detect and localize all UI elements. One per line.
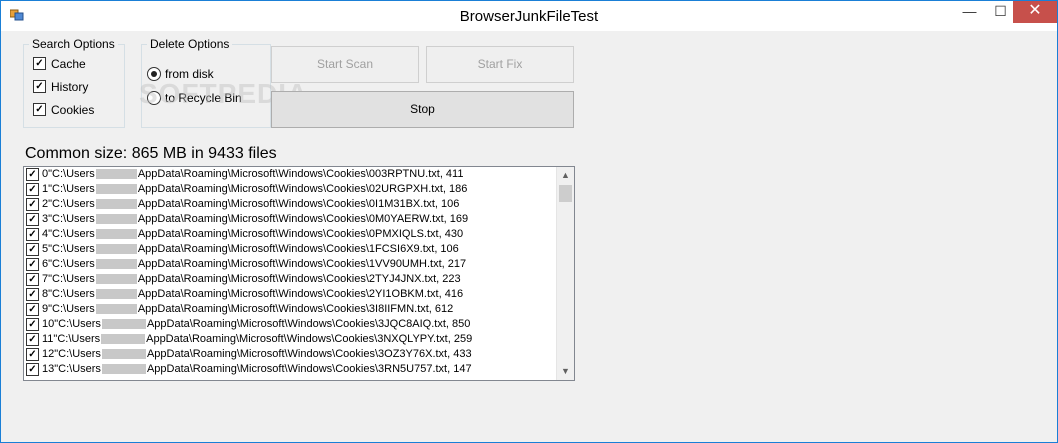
row-path-prefix: "C:\Users [54,318,101,330]
cookies-checkbox[interactable]: ✓ [33,103,46,116]
row-index: 12 [42,348,55,360]
app-window: BrowserJunkFileTest — ☐ ✕ Search Options… [0,0,1058,443]
redacted-username [95,304,137,315]
redacted-username [101,319,146,330]
redacted-username [95,184,137,195]
row-checkbox[interactable]: ✓ [26,228,39,241]
row-index: 10 [42,318,55,330]
row-path-prefix: "C:\Users [48,258,95,270]
row-path: AppData\Roaming\Microsoft\Windows\Cookie… [146,318,471,330]
row-text: 0"C:\Users AppData\Roaming\Microsoft\Wind… [42,167,463,182]
row-path: AppData\Roaming\Microsoft\Windows\Cookie… [137,183,468,195]
redacted-username [95,274,137,285]
scroll-up-icon[interactable]: ▲ [557,167,574,184]
row-path-prefix: "C:\Users [53,333,101,345]
row-checkbox[interactable]: ✓ [26,213,39,226]
row-path: AppData\Roaming\Microsoft\Windows\Cookie… [137,303,454,315]
row-text: 6"C:\Users AppData\Roaming\Microsoft\Wind… [42,257,466,272]
row-text: 13"C:\Users AppData\Roaming\Microsoft\Win… [42,362,472,377]
row-path-prefix: "C:\Users [48,243,95,255]
scroll-thumb[interactable] [559,185,572,202]
row-text: 8"C:\Users AppData\Roaming\Microsoft\Wind… [42,287,463,302]
stop-button[interactable]: Stop [271,91,574,128]
row-path: AppData\Roaming\Microsoft\Windows\Cookie… [137,168,464,180]
row-path-prefix: "C:\Users [48,168,95,180]
row-checkbox[interactable]: ✓ [26,348,39,361]
redacted-username [95,214,137,225]
row-path: AppData\Roaming\Microsoft\Windows\Cookie… [137,273,461,285]
row-path-prefix: "C:\Users [48,303,95,315]
history-label[interactable]: History [51,80,88,94]
delete-options-label: Delete Options [147,37,233,51]
row-text: 1"C:\Users AppData\Roaming\Microsoft\Wind… [42,182,467,197]
start-fix-button[interactable]: Start Fix [426,46,574,83]
row-checkbox[interactable]: ✓ [26,198,39,211]
history-checkbox[interactable]: ✓ [33,80,46,93]
row-path: AppData\Roaming\Microsoft\Windows\Cookie… [137,228,464,240]
row-path: AppData\Roaming\Microsoft\Windows\Cookie… [146,348,472,360]
row-path-prefix: "C:\Users [54,348,101,360]
row-path-prefix: "C:\Users [48,288,95,300]
row-path-prefix: "C:\Users [54,363,101,375]
redacted-username [95,229,137,240]
row-text: 2"C:\Users AppData\Roaming\Microsoft\Wind… [42,197,459,212]
cache-label[interactable]: Cache [51,57,86,71]
search-options-group: Search Options ✓ Cache ✓ History ✓ Cooki… [23,37,125,128]
row-checkbox[interactable]: ✓ [26,333,39,346]
minimize-button[interactable]: — [955,1,984,23]
search-options-label: Search Options [29,37,118,51]
row-path: AppData\Roaming\Microsoft\Windows\Cookie… [137,213,469,225]
redacted-username [101,364,146,375]
row-checkbox[interactable]: ✓ [26,288,39,301]
redacted-username [95,244,137,255]
redacted-username [95,259,137,270]
row-path: AppData\Roaming\Microsoft\Windows\Cookie… [146,333,473,345]
close-button[interactable]: ✕ [1013,1,1057,23]
row-path-prefix: "C:\Users [48,213,95,225]
row-path-prefix: "C:\Users [48,183,95,195]
row-text: 5"C:\Users AppData\Roaming\Microsoft\Wind… [42,242,459,257]
row-checkbox[interactable]: ✓ [26,363,39,376]
scroll-down-icon[interactable]: ▼ [557,363,574,380]
row-checkbox[interactable]: ✓ [26,258,39,271]
row-index: 11 [42,333,54,345]
row-checkbox[interactable]: ✓ [26,168,39,181]
cookies-label[interactable]: Cookies [51,103,94,117]
vertical-scrollbar[interactable]: ▲ ▼ [556,167,574,380]
row-checkbox[interactable]: ✓ [26,183,39,196]
row-path: AppData\Roaming\Microsoft\Windows\Cookie… [137,198,460,210]
cache-checkbox[interactable]: ✓ [33,57,46,70]
row-path: AppData\Roaming\Microsoft\Windows\Cookie… [137,288,464,300]
results-list[interactable]: ✓ 0"C:\Users AppData\Roaming\Microsoft\Win… [23,166,575,381]
row-path-prefix: "C:\Users [48,273,95,285]
row-text: 3"C:\Users AppData\Roaming\Microsoft\Wind… [42,212,468,227]
redacted-username [95,199,137,210]
row-path-prefix: "C:\Users [48,198,95,210]
row-text: 4"C:\Users AppData\Roaming\Microsoft\Wind… [42,227,463,242]
row-path-prefix: "C:\Users [48,228,95,240]
maximize-button[interactable]: ☐ [986,1,1015,23]
window-title: BrowserJunkFileTest [459,8,599,25]
row-checkbox[interactable]: ✓ [26,303,39,316]
row-path: AppData\Roaming\Microsoft\Windows\Cookie… [146,363,472,375]
row-text: 10"C:\Users AppData\Roaming\Microsoft\Win… [42,317,470,332]
row-checkbox[interactable]: ✓ [26,318,39,331]
row-path: AppData\Roaming\Microsoft\Windows\Cookie… [137,258,467,270]
redacted-username [95,289,137,300]
row-checkbox[interactable]: ✓ [26,243,39,256]
start-scan-button[interactable]: Start Scan [271,46,419,83]
summary-text: Common size: 865 MB in 9433 files [25,145,277,162]
row-text: 9"C:\Users AppData\Roaming\Microsoft\Wind… [42,302,453,317]
redacted-username [101,349,146,360]
redacted-username [95,169,137,180]
row-text: 11"C:\Users AppData\Roaming\Microsoft\Win… [42,332,472,347]
row-text: 7"C:\Users AppData\Roaming\Microsoft\Wind… [42,272,461,287]
row-checkbox[interactable]: ✓ [26,273,39,286]
row-text: 12"C:\Users AppData\Roaming\Microsoft\Win… [42,347,472,362]
title-bar[interactable]: BrowserJunkFileTest — ☐ ✕ [1,1,1057,31]
row-index: 13 [42,363,55,375]
row-path: AppData\Roaming\Microsoft\Windows\Cookie… [137,243,459,255]
redacted-username [101,334,146,345]
